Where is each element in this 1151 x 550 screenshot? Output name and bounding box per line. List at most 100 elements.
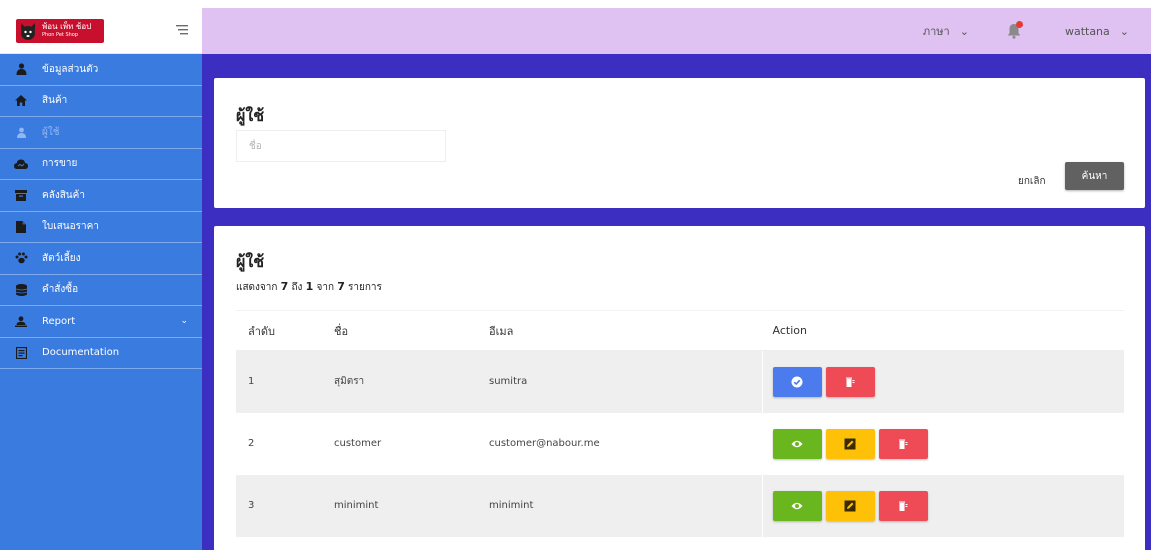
row-email: minimint: [489, 474, 763, 537]
check-circle-icon: [791, 376, 803, 388]
paw-icon: [14, 251, 28, 265]
main-content: ผู้ใช้ ยกเลิก ค้นหา ผู้ใช้ แสดงจาก 7 ถึง…: [202, 54, 1151, 550]
cancel-button[interactable]: ยกเลิก: [1018, 174, 1046, 189]
table-panel-title: ผู้ใช้: [236, 252, 265, 271]
database-icon: [14, 283, 28, 297]
sidebar-item-label: การขาย: [42, 158, 78, 170]
row-email: sumitra: [489, 350, 763, 413]
table-row: 3 minimint minimint: [236, 474, 1124, 537]
row-name: customer: [334, 438, 382, 449]
username: wattana: [1064, 24, 1110, 38]
summary-prefix: แสดงจาก: [236, 282, 278, 293]
edit-button[interactable]: [825, 428, 875, 459]
topbar: ภาษา ⌄ wattana ⌄: [202, 8, 1151, 54]
sidebar-item-products[interactable]: สินค้า: [0, 86, 202, 117]
column-header-name[interactable]: ชื่อ: [334, 310, 489, 351]
sidebar-item-label: Documentation: [42, 347, 120, 359]
column-header-number[interactable]: ลำดับ: [236, 310, 334, 351]
user-icon: [14, 62, 28, 76]
row-actions: [762, 413, 1124, 475]
cloud-icon: [14, 157, 28, 171]
sidebar-item-orders[interactable]: คำสั่งซื้อ: [0, 275, 202, 306]
summary-to-word: ถึง: [291, 282, 303, 293]
delete-button[interactable]: [878, 490, 928, 521]
sidebar-item-report[interactable]: Report ⌄: [0, 306, 202, 338]
logo[interactable]: พ้อน เพ็ท ช้อป Phon Pet Shop: [16, 18, 104, 43]
summary-from: 7: [280, 280, 289, 293]
sidebar-item-profile[interactable]: ข้อมูลส่วนตัว: [0, 54, 202, 86]
menu-toggle-icon[interactable]: [176, 21, 190, 40]
sidebar-item-label: ข้อมูลส่วนตัว: [42, 63, 99, 75]
document-icon: [14, 220, 28, 234]
notification-bell-icon[interactable]: [1007, 21, 1023, 39]
view-button[interactable]: [772, 490, 822, 521]
sidebar-item-inventory[interactable]: คลังสินค้า: [0, 180, 202, 212]
app: พ้อน เพ็ท ช้อป Phon Pet Shop ข้อมูลส่วนต…: [0, 0, 1151, 550]
logo-text: พ้อน เพ็ท ช้อป Phon Pet Shop: [40, 22, 91, 40]
edit-icon: [844, 500, 856, 511]
table-row: 2 customer customer@nabour.me: [236, 412, 1124, 475]
name-search-input[interactable]: [236, 130, 446, 162]
notification-badge: [1015, 21, 1023, 28]
eye-icon: [791, 502, 803, 509]
sidebar: พ้อน เพ็ท ช้อป Phon Pet Shop ข้อมูลส่วนต…: [0, 8, 202, 550]
edit-button[interactable]: [825, 490, 875, 521]
sidebar-item-label: ผู้ใช้: [42, 126, 60, 138]
summary-to: 1: [305, 280, 314, 293]
chevron-down-icon[interactable]: ⌄: [180, 316, 188, 326]
trash-icon: [846, 377, 855, 387]
column-header-email[interactable]: อีเมล: [489, 310, 763, 351]
trash-icon: [899, 501, 908, 511]
row-number: 1: [236, 350, 334, 413]
search-panel: ผู้ใช้ ยกเลิก ค้นหา: [214, 78, 1145, 208]
view-button[interactable]: [772, 428, 822, 459]
sidebar-item-label: สัตว์เลี้ยง: [42, 252, 81, 264]
dog-logo-icon: [16, 19, 40, 43]
sidebar-item-label: ใบเสนอราคา: [42, 221, 99, 233]
row-name: minimint: [334, 474, 489, 537]
approve-button[interactable]: [772, 366, 822, 397]
chevron-down-icon: ⌄: [959, 24, 969, 38]
search-button[interactable]: ค้นหา: [1065, 162, 1124, 190]
delete-button[interactable]: [825, 366, 875, 397]
archive-icon: [14, 188, 28, 202]
table-header-row: ลำดับ ชื่อ อีเมล Action: [236, 310, 1124, 351]
sidebar-item-documentation[interactable]: Documentation: [0, 338, 202, 369]
sidebar-item-pets[interactable]: สัตว์เลี้ยง: [0, 243, 202, 275]
sidebar-item-label: Report: [42, 315, 76, 327]
sidebar-item-quotation[interactable]: ใบเสนอราคา: [0, 212, 202, 243]
row-actions: [762, 350, 1124, 413]
language-label: ภาษา: [922, 25, 950, 38]
users-table-panel: ผู้ใช้ แสดงจาก 7 ถึง 1 จาก 7 รายการ ลำดั…: [214, 226, 1145, 550]
summary-of-word: จาก: [316, 282, 334, 293]
logo-title: พ้อน เพ็ท ช้อป: [42, 21, 92, 31]
book-icon: [14, 346, 28, 360]
table-row: 1 สุมิตรา sumitra: [236, 350, 1124, 413]
trash-icon: [899, 439, 908, 449]
eye-icon: [791, 440, 803, 447]
sidebar-item-label: สินค้า: [42, 95, 68, 107]
column-header-action: Action: [762, 310, 1124, 351]
sidebar-item-users[interactable]: ผู้ใช้: [0, 117, 202, 149]
row-name: สุมิตรา: [334, 350, 489, 413]
row-email: customer@nabour.me: [489, 412, 763, 475]
users-table: ลำดับ ชื่อ อีเมล Action 1 สุมิตรา sumitr…: [236, 310, 1124, 537]
users-icon: [14, 125, 28, 139]
row-number: 2: [248, 438, 255, 449]
brand-bar: พ้อน เพ็ท ช้อป Phon Pet Shop: [0, 8, 202, 54]
language-dropdown[interactable]: ภาษา ⌄: [923, 22, 969, 40]
table-summary: แสดงจาก 7 ถึง 1 จาก 7 รายการ: [236, 280, 382, 295]
logo-subtitle: Phon Pet Shop: [42, 31, 79, 38]
home-icon: [14, 94, 28, 108]
summary-total: 7: [337, 280, 345, 293]
row-number: 3: [236, 474, 334, 537]
summary-suffix: รายการ: [348, 282, 382, 293]
sidebar-item-label: คลังสินค้า: [42, 189, 85, 201]
user-menu[interactable]: wattana ⌄: [1065, 25, 1129, 38]
person-icon: [14, 314, 28, 328]
search-panel-title: ผู้ใช้: [236, 106, 265, 125]
delete-button[interactable]: [878, 428, 928, 459]
sidebar-item-sales[interactable]: การขาย: [0, 149, 202, 180]
sidebar-item-label: คำสั่งซื้อ: [42, 284, 79, 296]
edit-icon: [844, 438, 856, 449]
